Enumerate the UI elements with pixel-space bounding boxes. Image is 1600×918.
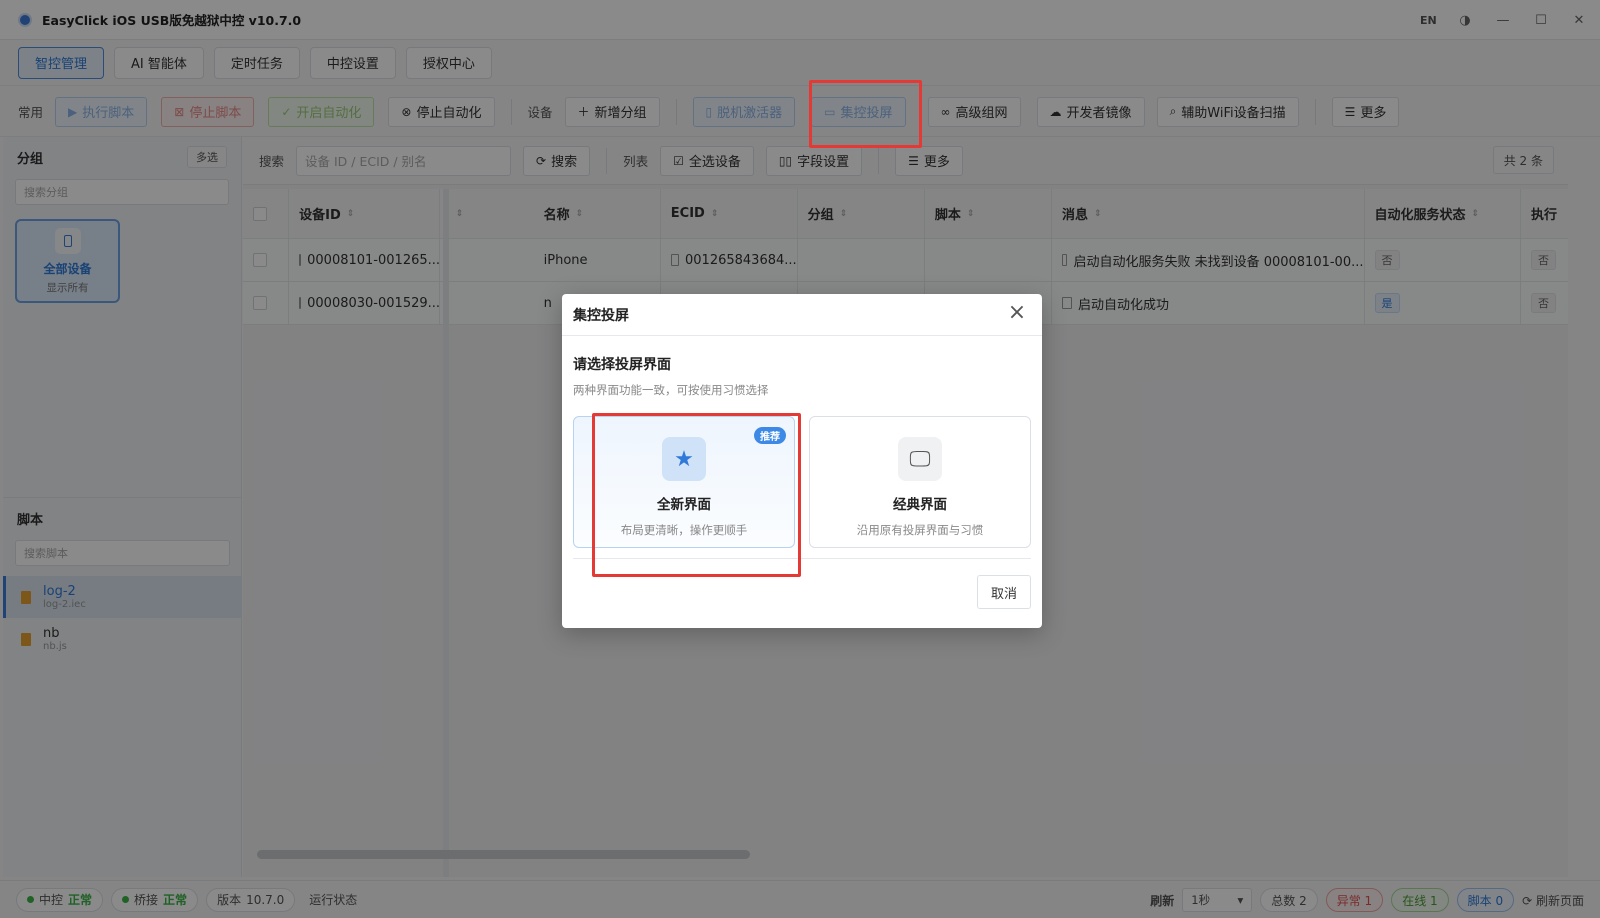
dialog-footer: 取消	[573, 558, 1031, 628]
monitor-icon: 🖵	[898, 437, 942, 481]
ui-options: 推荐 ★ 全新界面 布局更清晰，操作更顺手 🖵 经典界面 沿用原有投屏界面与习惯	[573, 416, 1031, 548]
classic-ui-desc: 沿用原有投屏界面与习惯	[856, 523, 984, 537]
close-icon[interactable]: ×	[1006, 302, 1028, 325]
new-ui-title: 全新界面	[657, 497, 711, 513]
cancel-button[interactable]: 取消	[976, 575, 1031, 609]
dialog-title: 集控投屏	[562, 294, 1042, 336]
dialog-heading: 请选择投屏界面	[573, 357, 671, 373]
classic-ui-title: 经典界面	[893, 497, 947, 513]
recommend-badge: 推荐	[754, 427, 786, 444]
classic-ui-card[interactable]: 🖵 经典界面 沿用原有投屏界面与习惯	[809, 416, 1031, 548]
dialog-subtitle: 两种界面功能一致，可按使用习惯选择	[573, 383, 769, 397]
new-ui-desc: 布局更清晰，操作更顺手	[620, 523, 748, 537]
dialog-body: 请选择投屏界面 两种界面功能一致，可按使用习惯选择 推荐 ★ 全新界面 布局更清…	[562, 354, 1042, 548]
star-icon: ★	[662, 437, 706, 481]
new-ui-card[interactable]: 推荐 ★ 全新界面 布局更清晰，操作更顺手	[573, 416, 795, 548]
cast-dialog: 集控投屏 × 请选择投屏界面 两种界面功能一致，可按使用习惯选择 推荐 ★ 全新…	[562, 294, 1042, 628]
